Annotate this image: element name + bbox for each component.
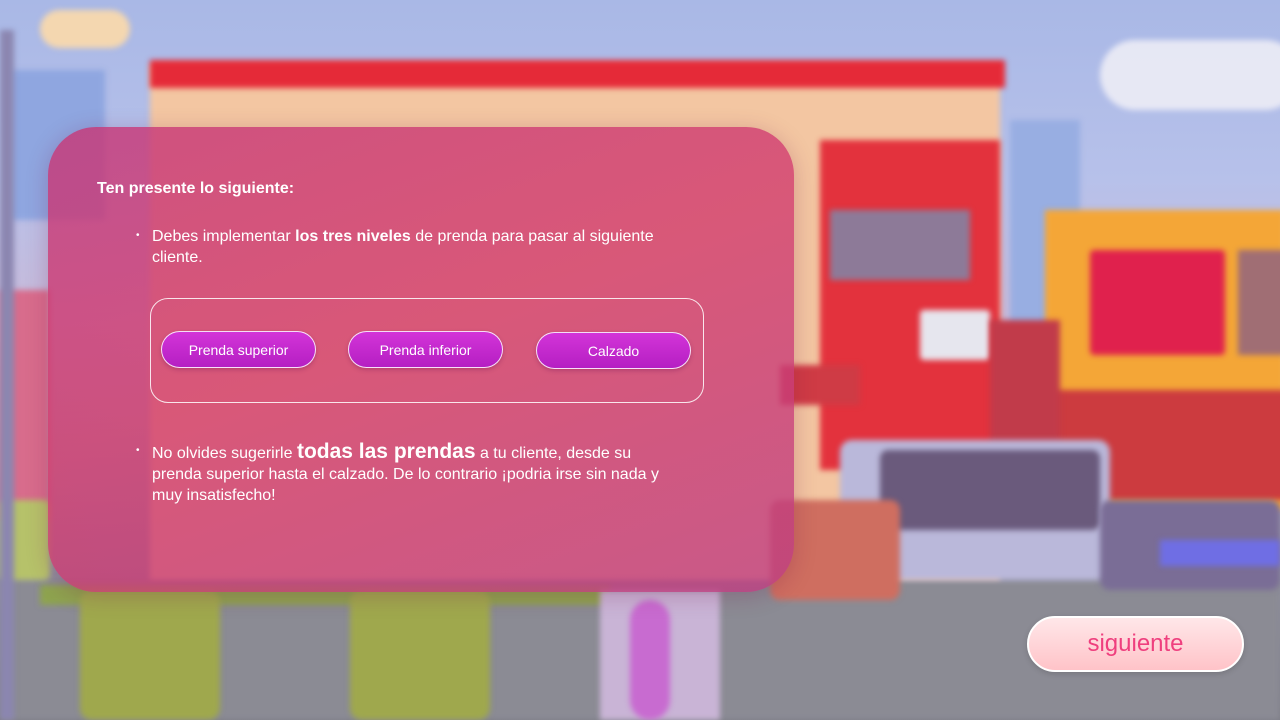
level-button-bottom-garment[interactable]: Prenda inferior <box>348 331 503 368</box>
background-food-window <box>1238 250 1280 355</box>
background-car-stripe <box>1160 540 1280 566</box>
background-lamp-head <box>40 10 130 48</box>
game-scene: Ten presente lo siguiente: • Debes imple… <box>0 0 1280 720</box>
instruction-text-highlight: los tres niveles <box>295 228 411 245</box>
background-poster-figure <box>630 600 670 720</box>
background-window <box>830 210 970 280</box>
card-title: Ten presente lo siguiente: <box>97 180 295 197</box>
background-building-roof <box>150 60 1005 88</box>
background-building-facade <box>820 140 1000 470</box>
level-button-footwear[interactable]: Calzado <box>536 332 691 369</box>
background-shop <box>990 320 1060 450</box>
background-ac-unit <box>920 310 990 360</box>
instructions-card: Ten presente lo siguiente: • Debes imple… <box>48 127 794 592</box>
instruction-text-part: Debes implementar <box>152 228 296 245</box>
background-bush <box>350 590 490 720</box>
instruction-text-suggest: No olvides sugerirle todas las prendas a… <box>152 441 672 506</box>
level-button-top-garment[interactable]: Prenda superior <box>161 331 316 368</box>
instruction-text-highlight: todas las prendas <box>296 440 476 463</box>
background-bush <box>80 590 220 720</box>
background-food-sign <box>1090 250 1225 355</box>
bullet-point: • <box>136 445 140 456</box>
clothing-levels-group: Prenda superior Prenda inferior Calzado <box>150 298 704 403</box>
next-button[interactable]: siguiente <box>1027 616 1244 672</box>
bullet-point: • <box>136 230 140 241</box>
background-lamp-pole <box>0 30 14 720</box>
background-cloud <box>1100 40 1280 110</box>
background-bus-window <box>880 450 1100 530</box>
instruction-text-part: No olvides sugerirle <box>152 445 297 462</box>
instruction-text-levels: Debes implementar los tres niveles de pr… <box>152 226 672 268</box>
